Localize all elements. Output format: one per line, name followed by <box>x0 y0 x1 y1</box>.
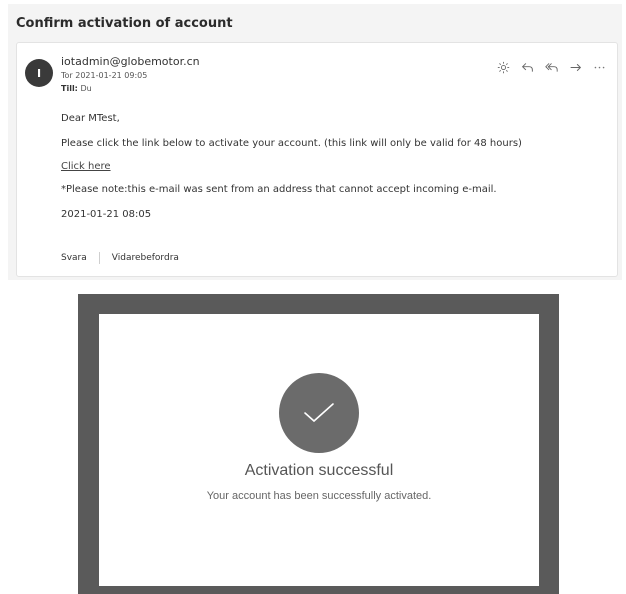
email-instruction: Please click the link below to activate … <box>61 138 522 149</box>
email-subject: Confirm activation of account <box>16 16 233 31</box>
email-date: Tor 2021-01-21 09:05 <box>61 71 148 80</box>
checkmark-icon <box>279 373 359 453</box>
sender-avatar[interactable]: I <box>25 59 53 87</box>
activation-panel: Activation successful Your account has b… <box>99 314 539 586</box>
forward-button[interactable]: Vidarebefordra <box>112 253 179 263</box>
activation-message: Your account has been successfully activ… <box>206 490 432 502</box>
reply-bar: Svara Vidarebefordra <box>61 252 179 264</box>
more-icon[interactable] <box>589 57 609 77</box>
reply-all-icon[interactable] <box>541 57 561 77</box>
email-view: Confirm activation of account I iotadmin… <box>8 4 622 280</box>
recipient-label: Till: <box>61 84 78 93</box>
email-greeting: Dear MTest, <box>61 113 120 124</box>
forward-icon[interactable] <box>565 57 585 77</box>
recipient-line: Till: Du <box>61 84 92 93</box>
reply-divider <box>98 252 100 264</box>
reply-button[interactable]: Svara <box>61 253 87 263</box>
activation-link[interactable]: Click here <box>61 161 111 172</box>
recipient-value: Du <box>80 84 92 93</box>
email-timestamp: 2021-01-21 08:05 <box>61 209 152 220</box>
email-message-card: I iotadmin@globemotor.cn Tor 2021-01-21 … <box>16 42 618 277</box>
activation-title: Activation successful <box>244 462 394 479</box>
email-note: *Please note:this e-mail was sent from a… <box>61 184 497 195</box>
sender-address[interactable]: iotadmin@globemotor.cn <box>61 55 200 68</box>
message-actions <box>493 57 609 77</box>
reply-icon[interactable] <box>517 57 537 77</box>
sun-icon[interactable] <box>493 57 513 77</box>
